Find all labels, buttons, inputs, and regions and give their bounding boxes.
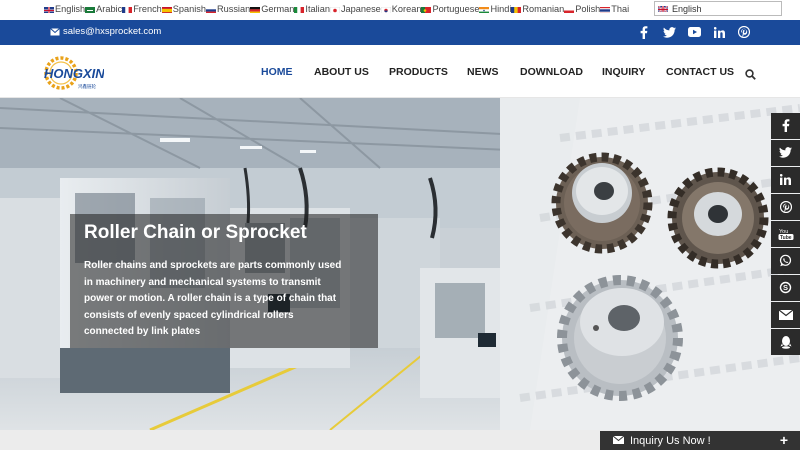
sa-flag-icon [85,6,96,13]
share-whatsapp-icon[interactable] [771,248,800,274]
ro-flag-icon [511,6,522,13]
svg-text:鸿鑫链轮: 鸿鑫链轮 [78,83,96,90]
language-label: Japanese [340,4,381,14]
th-flag-icon [600,6,611,13]
de-flag-icon [250,6,261,13]
pt-flag-icon [421,6,432,13]
facebook-icon[interactable] [636,24,652,40]
jp-flag-icon [329,6,340,13]
svg-text:Tube: Tube [780,235,792,241]
share-facebook-icon[interactable] [771,113,800,139]
language-link-japanese[interactable]: Japanese [329,4,381,14]
ru-flag-icon [206,6,216,13]
share-qq-icon[interactable] [771,329,800,355]
hero-title: Roller Chain or Sprocket [84,222,307,243]
twitter-icon[interactable] [661,24,677,40]
nav-inquiry[interactable]: INQUIRY [602,66,645,78]
nav-products[interactable]: PRODUCTS [389,66,448,78]
language-label: Italian [305,4,330,14]
language-label: Korean [391,4,422,14]
hero-description: Roller chains and sprockets are parts co… [84,260,342,337]
language-label: Romanian [522,4,565,14]
gb-flag-icon [44,6,54,13]
fr-flag-icon [122,6,133,13]
language-link-russian[interactable]: Russian [206,4,250,14]
share-pinterest-icon[interactable] [771,194,800,220]
language-label: Portuguese [432,4,480,14]
share-skype-icon[interactable]: S [771,275,800,301]
language-bar: English Arabic French Spanish Russian German I… [0,0,800,20]
share-twitter-icon[interactable] [771,140,800,166]
language-link-english[interactable]: English [44,4,85,14]
youtube-icon[interactable] [686,24,702,40]
email-text: sales@hxsprocket.com [63,26,162,37]
pinterest-icon[interactable] [736,24,752,40]
pl-flag-icon [564,6,575,13]
kr-flag-icon [380,6,391,13]
es-flag-icon [161,6,172,13]
envelope-icon [612,435,625,447]
language-link-portuguese[interactable]: Portuguese [421,4,479,14]
language-label: Hindi [490,4,512,14]
envelope-icon [50,27,60,35]
language-link-german[interactable]: German [250,4,294,14]
language-link-thai[interactable]: Thai [600,4,629,14]
it-flag-icon [294,6,305,13]
language-list: English Arabic French Spanish Russian German I… [44,4,629,14]
svg-text:S: S [783,283,788,292]
expand-plus-icon[interactable]: + [780,432,788,448]
linkedin-icon[interactable] [711,24,727,40]
language-link-french[interactable]: French [122,4,162,14]
language-link-hindi[interactable]: Hindi [479,4,511,14]
language-label: Polish [575,4,601,14]
language-label: Russian [217,4,251,14]
nav-contact-us[interactable]: CONTACT US [666,66,734,78]
nav-about-us[interactable]: ABOUT US [314,66,369,78]
language-label: French [133,4,162,14]
language-link-polish[interactable]: Polish [564,4,600,14]
language-label: Spanish [172,4,206,14]
hero-banner: Roller Chain or Sprocket Roller chains a… [0,98,800,430]
search-icon[interactable] [745,67,756,85]
email-link[interactable]: sales@hxsprocket.com [50,26,161,37]
language-link-italian[interactable]: Italian [294,4,330,14]
inquiry-now-bar[interactable]: Inquiry Us Now ! + [600,431,800,450]
language-select[interactable]: English [654,1,782,16]
main-navbar: HONGXIN 鸿鑫链轮 HOME ABOUT US PRODUCTS NEWS DOW… [0,45,800,98]
in-flag-icon [479,6,490,13]
hongxin-logo[interactable]: HONGXIN 鸿鑫链轮 [42,54,105,92]
top-contact-bar: sales@hxsprocket.com [0,20,800,45]
language-label: German [261,4,295,14]
uk-flag-icon [658,5,668,12]
share-sidebar: You Tube S [771,113,800,356]
logo-text: HONGXIN [44,66,104,81]
nav-download[interactable]: DOWNLOAD [520,66,583,78]
nav-home[interactable]: HOME [261,66,293,78]
language-link-korean[interactable]: Korean [380,4,422,14]
share-email-icon[interactable] [771,302,800,328]
language-label: Arabic [96,4,123,14]
language-link-romanian[interactable]: Romanian [511,4,564,14]
nav-news[interactable]: NEWS [467,66,499,78]
language-label: Thai [611,4,630,14]
inquiry-label: Inquiry Us Now ! [630,434,711,447]
language-label: English [55,4,86,14]
language-link-arabic[interactable]: Arabic [85,4,122,14]
share-youtube-icon[interactable]: You Tube [771,221,800,247]
sprocket-product-image [500,98,800,430]
language-select-value: English [672,3,702,14]
social-links [636,24,761,40]
share-linkedin-icon[interactable] [771,167,800,193]
language-link-spanish[interactable]: Spanish [161,4,206,14]
